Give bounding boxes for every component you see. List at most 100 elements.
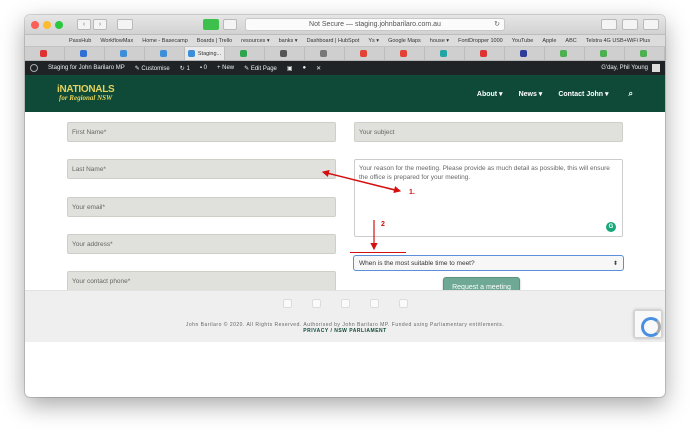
bookmark-item[interactable]: PassHub <box>69 38 91 44</box>
pencil-icon: ✎ <box>244 65 251 72</box>
tab[interactable] <box>385 47 425 60</box>
share-icon[interactable] <box>622 19 638 30</box>
wordpress-icon <box>187 50 195 57</box>
tab[interactable] <box>145 47 185 60</box>
bookmark-item[interactable]: Dashboard | HubSpot <box>307 38 360 44</box>
browser-window: ‹ › Not Secure — staging.johnbarilaro.co… <box>25 15 665 397</box>
bookmark-item[interactable]: WorkflowMax <box>100 38 133 44</box>
admin-new[interactable]: + New <box>217 65 234 71</box>
logo-line2: for Regional NSW <box>59 94 113 102</box>
nav-about[interactable]: About ▾ <box>477 90 503 98</box>
admin-greeting[interactable]: G'day, Phil Young <box>601 65 648 71</box>
download-icon[interactable] <box>601 19 617 30</box>
favicon-icon <box>279 50 287 57</box>
site-footer: John Barilaro © 2020. All Rights Reserve… <box>25 290 665 342</box>
annotation-label-1: 1. <box>409 189 415 196</box>
nav-contact-john[interactable]: Contact John ▾ <box>558 90 608 98</box>
bookmark-item[interactable]: resources ▾ <box>241 38 269 44</box>
bookmark-item[interactable]: Google Maps <box>388 38 421 44</box>
favicon-icon <box>519 50 527 57</box>
google-icon <box>399 50 407 57</box>
bookmark-item[interactable]: Boards | Trello <box>197 38 232 44</box>
instagram-icon[interactable] <box>398 299 408 308</box>
tab[interactable] <box>225 47 265 60</box>
bookmark-item[interactable]: Telstra 4G USB+WiFi Plus <box>586 38 650 44</box>
minimize-window-button[interactable] <box>43 20 51 29</box>
sidebar-toggle-button[interactable] <box>117 19 133 30</box>
tab-active[interactable]: Staging... <box>185 47 225 60</box>
tab[interactable] <box>25 47 65 60</box>
favicon-icon <box>639 50 647 57</box>
bookmark-item[interactable]: FontDropper 1000 <box>458 38 503 44</box>
tabs-bar: Staging... <box>25 47 665 61</box>
status-dot-icon[interactable]: ● <box>303 65 307 71</box>
favicon-icon <box>479 50 487 57</box>
wordpress-icon <box>159 50 167 57</box>
tab[interactable] <box>65 47 105 60</box>
tab[interactable] <box>465 47 505 60</box>
extension-icon[interactable] <box>203 19 219 30</box>
wordpress-icon <box>119 50 127 57</box>
youtube-icon[interactable] <box>369 299 379 308</box>
shield-icon[interactable] <box>223 19 237 30</box>
annotation-label-2: 2 <box>381 221 385 228</box>
tab[interactable] <box>625 47 665 60</box>
twitter-icon[interactable] <box>311 299 321 308</box>
site-logo[interactable]: iNATIONALS for Regional NSW <box>57 85 115 102</box>
favicon-icon <box>239 50 247 57</box>
bookmarks-bar: PassHub WorkflowMax Home - Basecamp Boar… <box>25 35 665 47</box>
forward-button[interactable]: › <box>93 19 107 30</box>
admin-updates[interactable]: ↻ 1 <box>180 65 190 72</box>
facebook-icon[interactable] <box>282 299 292 308</box>
meeting-form: First Name* Last Name* Your email* Your … <box>25 112 665 342</box>
bookmark-item[interactable]: Home - Basecamp <box>142 38 188 44</box>
bookmark-item[interactable]: house ▾ <box>430 38 449 44</box>
tab[interactable] <box>585 47 625 60</box>
social-links <box>25 299 665 308</box>
search-icon[interactable]: ⌕ <box>629 89 633 99</box>
bookmark-item[interactable]: banks ▾ <box>279 38 298 44</box>
bookmark-item[interactable]: YouTube <box>512 38 534 44</box>
reload-icon[interactable]: ↻ <box>494 19 500 31</box>
fullscreen-window-button[interactable] <box>55 20 63 29</box>
bookmark-item[interactable]: Ys ▾ <box>368 38 379 44</box>
tab[interactable] <box>105 47 145 60</box>
url-text: Not Secure — staging.johnbarilaro.com.au <box>309 21 441 28</box>
favicon-icon <box>79 50 87 57</box>
tabs-overview-icon[interactable] <box>643 19 659 30</box>
favicon-icon <box>559 50 567 57</box>
tab[interactable] <box>305 47 345 60</box>
favicon-icon <box>39 50 47 57</box>
favicon-icon <box>319 50 327 57</box>
admin-edit-page[interactable]: ✎ Edit Page <box>244 65 277 72</box>
nav-news[interactable]: News ▾ <box>519 90 543 98</box>
favicon-icon <box>439 50 447 57</box>
google-icon <box>359 50 367 57</box>
back-button[interactable]: ‹ <box>77 19 91 30</box>
admin-site-name[interactable]: Staging for John Barilaro MP <box>48 65 125 71</box>
bookmark-item[interactable]: ABC <box>565 38 576 44</box>
tab[interactable] <box>545 47 585 60</box>
tab[interactable] <box>265 47 305 60</box>
admin-customise[interactable]: ✎ Customise <box>135 65 170 72</box>
avatar[interactable] <box>652 64 660 72</box>
tab[interactable] <box>505 47 545 60</box>
tab[interactable] <box>425 47 465 60</box>
main-nav: About ▾ News ▾ Contact John ▾ ⌕ <box>477 89 633 99</box>
linkedin-icon[interactable] <box>340 299 350 308</box>
close-icon[interactable]: ✕ <box>316 65 321 72</box>
admin-comments[interactable]: ▪ 0 <box>200 65 207 71</box>
arrow-to-reason <box>322 171 402 194</box>
recaptcha-badge[interactable] <box>634 310 662 338</box>
footer-links[interactable]: PRIVACY / NSW PARLIAMENT <box>25 328 665 334</box>
wp-admin-bar: Staging for John Barilaro MP ✎ Customise… <box>25 61 665 75</box>
wordpress-icon[interactable] <box>30 64 38 72</box>
tab[interactable] <box>345 47 385 60</box>
bookmark-item[interactable]: Apple <box>542 38 556 44</box>
site-header: iNATIONALS for Regional NSW About ▾ News… <box>25 75 665 112</box>
close-window-button[interactable] <box>31 20 39 29</box>
window-controls <box>31 20 63 29</box>
yoast-icon[interactable]: ▣ <box>287 65 293 72</box>
favicon-icon <box>599 50 607 57</box>
address-bar[interactable]: Not Secure — staging.johnbarilaro.com.au… <box>245 18 505 31</box>
